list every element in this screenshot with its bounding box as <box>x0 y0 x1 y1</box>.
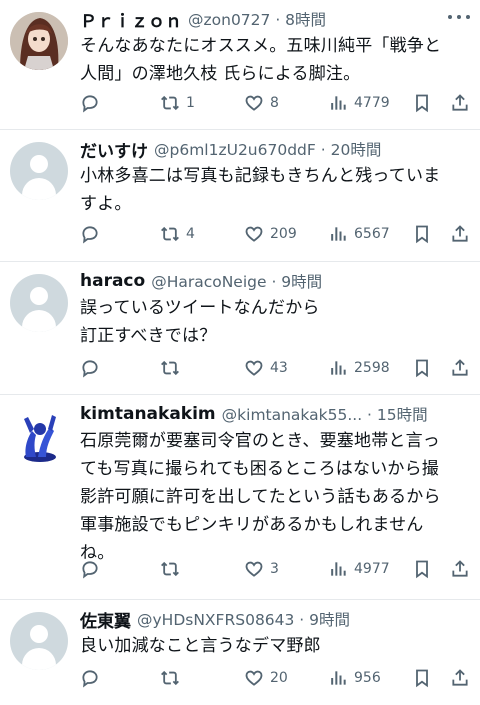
avatar[interactable] <box>10 407 68 465</box>
share-button[interactable] <box>450 559 470 579</box>
views-button[interactable]: 956 <box>328 668 381 688</box>
view-count: 4977 <box>354 561 390 577</box>
tweet[interactable]: haraco @HaracoNeige · 9時間 誤っているツイートなんだから… <box>0 262 480 395</box>
bookmark-button[interactable] <box>412 559 432 579</box>
share-icon <box>450 668 470 688</box>
bookmark-button[interactable] <box>412 358 432 378</box>
reply-button[interactable] <box>80 668 106 688</box>
reply-button[interactable] <box>80 93 106 113</box>
reply-button[interactable] <box>80 358 106 378</box>
retweet-button[interactable] <box>160 358 186 378</box>
reply-icon <box>80 358 100 378</box>
more-options-icon[interactable] <box>448 14 470 20</box>
view-count: 956 <box>354 670 381 686</box>
heart-icon <box>244 224 264 244</box>
avatar[interactable] <box>10 612 68 670</box>
heart-icon <box>244 358 264 378</box>
handle-and-time[interactable]: @zon0727 · 8時間 <box>188 8 326 30</box>
like-count: 3 <box>270 561 279 577</box>
like-count: 8 <box>270 95 279 111</box>
share-button[interactable] <box>450 93 470 113</box>
bookmark-button[interactable] <box>412 93 432 113</box>
bookmark-icon <box>412 559 432 579</box>
avatar[interactable] <box>10 142 68 200</box>
bookmark-button[interactable] <box>412 668 432 688</box>
reply-icon <box>80 559 100 579</box>
handle-and-time[interactable]: @p6ml1zU2u670ddF · 20時間 <box>154 138 381 160</box>
views-button[interactable]: 6567 <box>328 224 390 244</box>
tweet-text: 良い加減なこと言うなデマ野郎 <box>80 636 321 656</box>
share-icon <box>450 93 470 113</box>
views-button[interactable]: 2598 <box>328 358 390 378</box>
display-name[interactable]: Ｐｒｉｚｏｎ <box>80 7 182 32</box>
retweet-icon <box>160 668 180 688</box>
views-icon <box>328 224 348 244</box>
like-count: 20 <box>270 670 288 686</box>
bookmark-icon <box>412 224 432 244</box>
tweet-text: 小林多喜二は写真も記録もきちんと残っていま すよ。 <box>80 166 441 214</box>
share-icon <box>450 559 470 579</box>
like-button[interactable]: 20 <box>244 668 288 688</box>
heart-icon <box>244 93 264 113</box>
retweet-button[interactable] <box>160 559 186 579</box>
bookmark-icon <box>412 93 432 113</box>
bookmark-button[interactable] <box>412 224 432 244</box>
retweet-icon <box>160 358 180 378</box>
retweet-button[interactable]: 4 <box>160 224 195 244</box>
reply-icon <box>80 93 100 113</box>
view-count: 6567 <box>354 226 390 242</box>
display-name[interactable]: 佐東翼 <box>80 607 131 632</box>
retweet-icon <box>160 559 180 579</box>
tweet-text: そんなあなたにオススメ。五味川純平「戦争と 人間」の澤地久枝 氏らによる脚注。 <box>80 36 442 84</box>
view-count: 4779 <box>354 95 390 111</box>
retweet-count: 1 <box>186 95 195 111</box>
handle-and-time[interactable]: @HaracoNeige · 9時間 <box>151 270 322 292</box>
views-button[interactable]: 4779 <box>328 93 390 113</box>
like-button[interactable]: 43 <box>244 358 288 378</box>
avatar[interactable] <box>10 274 68 332</box>
views-icon <box>328 559 348 579</box>
tweet[interactable]: Ｐｒｉｚｏｎ @zon0727 · 8時間 そんなあなたにオススメ。五味川純平「… <box>0 0 480 130</box>
handle-and-time[interactable]: @kimtanakak55... · 15時間 <box>222 403 428 425</box>
display-name[interactable]: だいすけ <box>80 137 148 162</box>
heart-icon <box>244 668 264 688</box>
tweet-text: 誤っているツイートなんだから 訂正すべきでは？ <box>80 298 320 346</box>
retweet-icon <box>160 224 180 244</box>
retweet-count: 4 <box>186 226 195 242</box>
tweet-text: 石原莞爾が要塞司令官のとき、要塞地帯と言っ ても写真に撮られても困るところはない… <box>80 431 441 563</box>
tweet[interactable]: 佐東翼 @yHDsNXFRS08643 · 9時間 良い加減なこと言うなデマ野郎… <box>0 600 480 705</box>
reply-icon <box>80 224 100 244</box>
share-button[interactable] <box>450 224 470 244</box>
retweet-button[interactable]: 1 <box>160 93 195 113</box>
reply-button[interactable] <box>80 224 106 244</box>
views-icon <box>328 668 348 688</box>
display-name[interactable]: kimtanakakim <box>80 404 216 424</box>
bookmark-icon <box>412 358 432 378</box>
like-count: 209 <box>270 226 297 242</box>
reply-icon <box>80 668 100 688</box>
views-button[interactable]: 4977 <box>328 559 390 579</box>
like-button[interactable]: 3 <box>244 559 279 579</box>
retweet-button[interactable] <box>160 668 186 688</box>
avatar[interactable] <box>10 12 68 70</box>
bookmark-icon <box>412 668 432 688</box>
share-icon <box>450 224 470 244</box>
reply-button[interactable] <box>80 559 106 579</box>
tweet[interactable]: だいすけ @p6ml1zU2u670ddF · 20時間 小林多喜二は写真も記録… <box>0 130 480 262</box>
heart-icon <box>244 559 264 579</box>
like-count: 43 <box>270 360 288 376</box>
share-button[interactable] <box>450 668 470 688</box>
handle-and-time[interactable]: @yHDsNXFRS08643 · 9時間 <box>137 608 350 630</box>
display-name[interactable]: haraco <box>80 271 145 291</box>
views-icon <box>328 358 348 378</box>
share-button[interactable] <box>450 358 470 378</box>
like-button[interactable]: 8 <box>244 93 279 113</box>
share-icon <box>450 358 470 378</box>
tweet[interactable]: kimtanakakim @kimtanakak55... · 15時間 石原莞… <box>0 395 480 600</box>
view-count: 2598 <box>354 360 390 376</box>
like-button[interactable]: 209 <box>244 224 297 244</box>
views-icon <box>328 93 348 113</box>
retweet-icon <box>160 93 180 113</box>
